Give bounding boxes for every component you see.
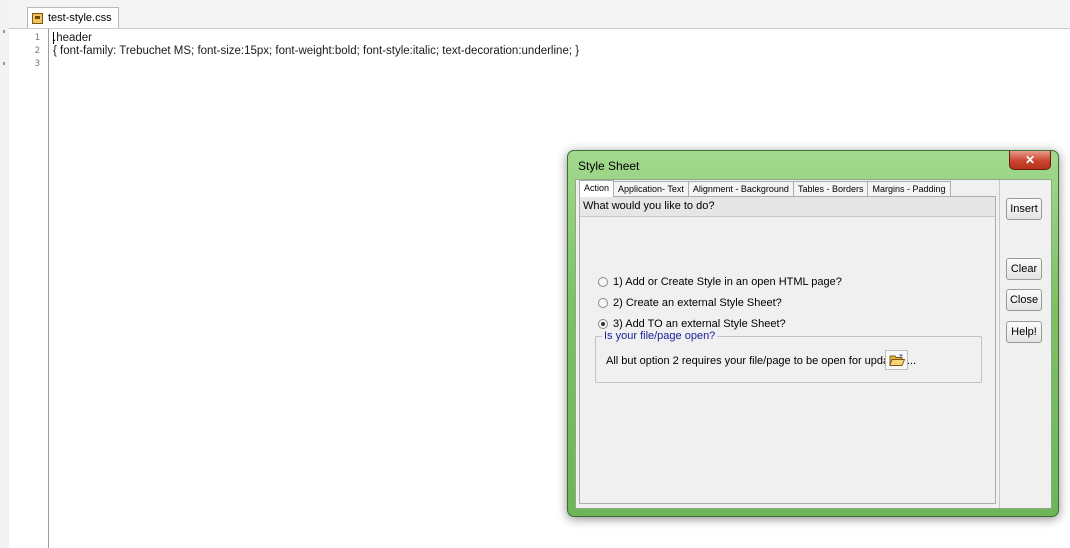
line-number: 2 <box>34 46 40 56</box>
open-folder-icon <box>888 354 905 366</box>
strip-mark <box>3 62 5 65</box>
code-editor[interactable]: .header { font-family: Trebuchet MS; fon… <box>53 32 579 71</box>
code-line: .header <box>53 32 93 44</box>
open-folder-button[interactable] <box>885 350 908 370</box>
clear-button[interactable]: Clear <box>1006 258 1042 280</box>
radio-option-3-selected[interactable] <box>598 319 608 329</box>
action-tab-panel: What would you like to do? 1) Add or Cre… <box>579 196 996 504</box>
dialog-client-area: Action Application- Text Alignment - Bac… <box>575 179 1052 509</box>
insert-button[interactable]: Insert <box>1006 198 1042 220</box>
editor-tab-bar: test-style.css <box>9 0 1070 29</box>
option-label: 3) Add TO an external Style Sheet? <box>613 318 786 330</box>
tab-application-text[interactable]: Application- Text <box>613 181 689 196</box>
dialog-tab-strip: Action Application- Text Alignment - Bac… <box>579 180 951 197</box>
file-open-group: Is your file/page open? All but option 2… <box>595 330 982 383</box>
button-column-divider <box>999 180 1000 508</box>
help-button[interactable]: Help! <box>1006 321 1042 343</box>
line-number-gutter: 1 2 3 <box>9 29 49 548</box>
file-tab-test-style[interactable]: test-style.css <box>27 7 119 28</box>
question-label: What would you like to do? <box>583 200 715 212</box>
code-line: { font-family: Trebuchet MS; font-size:1… <box>53 45 580 57</box>
option-create-external-sheet[interactable]: 2) Create an external Style Sheet? <box>598 297 782 309</box>
css-file-icon <box>32 12 43 24</box>
dialog-title: Style Sheet <box>578 159 640 173</box>
tab-tables-borders[interactable]: Tables - Borders <box>792 181 869 196</box>
group-legend: Is your file/page open? <box>602 330 718 342</box>
dialog-close-button[interactable]: ✕ <box>1009 151 1051 170</box>
radio-option-2[interactable] <box>598 298 608 308</box>
tab-margins-padding[interactable]: Margins - Padding <box>867 181 951 196</box>
tab-alignment-background[interactable]: Alignment - Background <box>687 181 794 196</box>
option-label: 2) Create an external Style Sheet? <box>613 297 782 309</box>
text-caret <box>53 32 54 44</box>
radio-option-1[interactable] <box>598 277 608 287</box>
close-icon: ✕ <box>1024 153 1036 167</box>
group-info-text: All but option 2 requires your file/page… <box>606 355 917 367</box>
option-add-to-external-sheet[interactable]: 3) Add TO an external Style Sheet? <box>598 318 786 330</box>
option-label: 1) Add or Create Style in an open HTML p… <box>613 276 842 288</box>
line-number: 1 <box>34 33 40 43</box>
tab-action[interactable]: Action <box>579 180 615 197</box>
file-tab-label: test-style.css <box>48 12 112 24</box>
option-add-create-style[interactable]: 1) Add or Create Style in an open HTML p… <box>598 276 842 288</box>
question-bar: What would you like to do? <box>580 197 995 217</box>
style-sheet-dialog: Style Sheet ✕ Action Application- Text A… <box>567 150 1059 517</box>
line-number: 3 <box>34 59 40 69</box>
strip-mark <box>3 30 5 33</box>
close-button[interactable]: Close <box>1006 289 1042 311</box>
